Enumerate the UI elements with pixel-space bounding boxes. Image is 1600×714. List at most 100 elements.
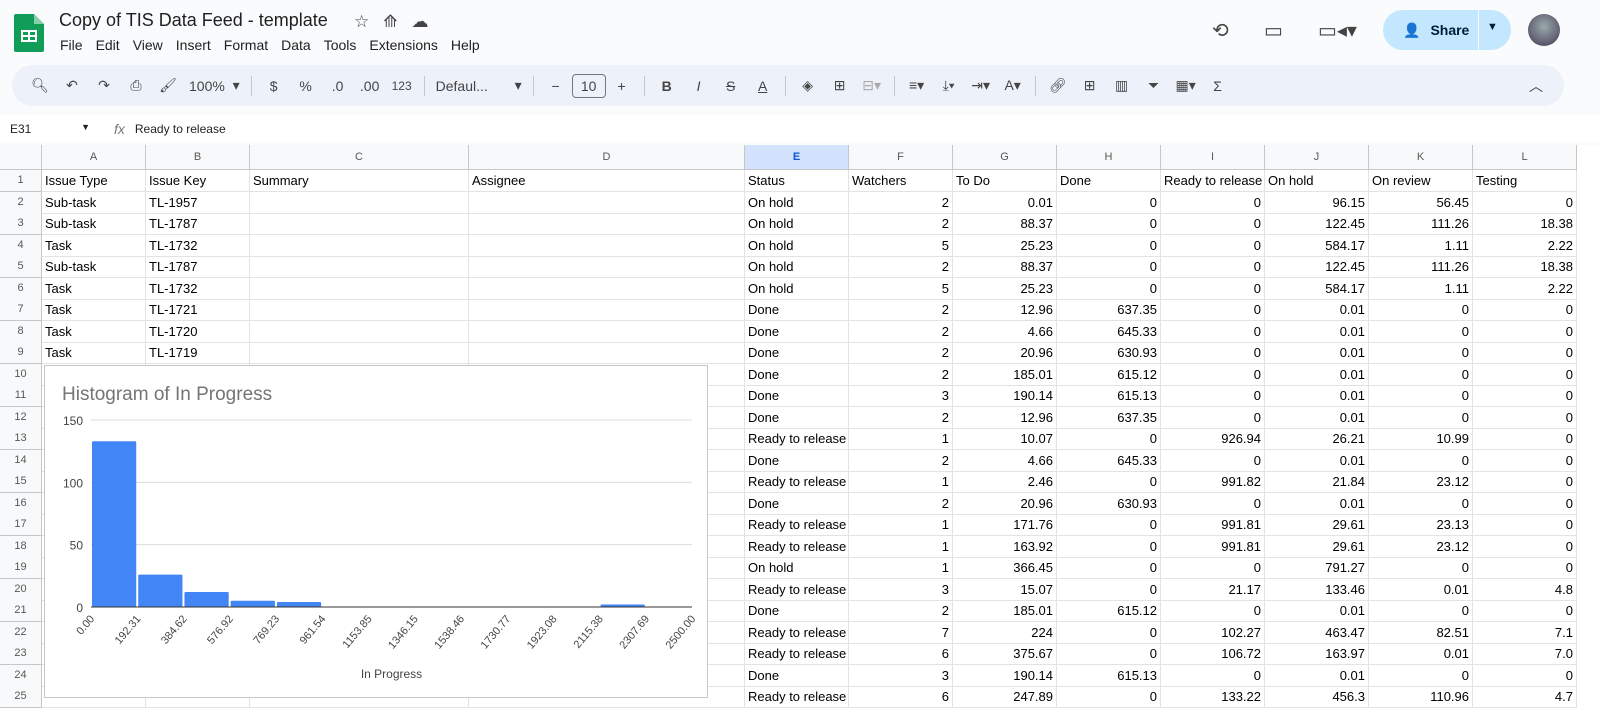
table-cell[interactable]: 3: [849, 385, 953, 407]
table-cell[interactable]: 96.15: [1265, 191, 1369, 214]
table-cell[interactable]: Done: [745, 600, 849, 622]
share-dropdown-icon[interactable]: ▼: [1487, 21, 1498, 33]
table-cell[interactable]: 2: [849, 191, 953, 214]
table-cell[interactable]: 2: [849, 449, 953, 472]
table-cell[interactable]: 0.01: [1265, 600, 1369, 622]
table-cell[interactable]: On hold: [745, 256, 849, 278]
table-cell[interactable]: On hold: [745, 234, 849, 257]
column-header-d[interactable]: D: [469, 145, 745, 170]
header-cell[interactable]: Assignee: [469, 170, 745, 192]
table-cell[interactable]: 0: [1057, 557, 1161, 579]
table-cell[interactable]: 2: [849, 299, 953, 321]
table-cell[interactable]: 0: [1161, 449, 1265, 472]
table-cell[interactable]: 106.72: [1161, 643, 1265, 665]
table-cell[interactable]: TL-1787: [146, 213, 250, 235]
table-cell[interactable]: Done: [745, 320, 849, 343]
table-cell[interactable]: 0: [1369, 385, 1473, 407]
table-cell[interactable]: Task: [42, 277, 146, 300]
horizontal-align-icon[interactable]: ≡▾: [903, 72, 931, 100]
table-cell[interactable]: [469, 213, 745, 235]
table-cell[interactable]: 0: [1161, 213, 1265, 235]
table-cell[interactable]: 185.01: [953, 363, 1057, 386]
text-color-icon[interactable]: A: [749, 72, 777, 100]
table-cell[interactable]: 0: [1473, 428, 1577, 450]
table-cell[interactable]: 0: [1161, 191, 1265, 214]
table-cell[interactable]: 4.66: [953, 449, 1057, 472]
table-cell[interactable]: 0.01: [1369, 578, 1473, 601]
column-header-b[interactable]: B: [146, 145, 250, 170]
table-cell[interactable]: 0.01: [1265, 363, 1369, 386]
text-wrapping-icon[interactable]: ⇥▾: [967, 72, 995, 100]
table-cell[interactable]: 375.67: [953, 643, 1057, 665]
menu-help[interactable]: Help: [451, 37, 480, 53]
merge-cells-icon[interactable]: ⊟▾: [858, 72, 886, 100]
table-cell[interactable]: 12.96: [953, 406, 1057, 429]
row-header[interactable]: 17: [0, 514, 42, 536]
cloud-saved-icon[interactable]: ☁: [412, 12, 429, 32]
meet-icon[interactable]: ▭◂▾: [1318, 18, 1357, 43]
table-cell[interactable]: 0: [1161, 600, 1265, 622]
menu-insert[interactable]: Insert: [176, 37, 211, 53]
table-cell[interactable]: 23.12: [1369, 471, 1473, 493]
table-cell[interactable]: Sub-task: [42, 191, 146, 214]
table-cell[interactable]: 25.23: [953, 234, 1057, 257]
table-cell[interactable]: 0: [1473, 191, 1577, 214]
table-cell[interactable]: 2: [849, 492, 953, 515]
table-cell[interactable]: 82.51: [1369, 621, 1473, 644]
table-cell[interactable]: 0: [1161, 406, 1265, 429]
table-cell[interactable]: 0: [1161, 256, 1265, 278]
table-cell[interactable]: 2: [849, 320, 953, 343]
menu-data[interactable]: Data: [281, 37, 311, 53]
table-cell[interactable]: 56.45: [1369, 191, 1473, 214]
table-cell[interactable]: 0: [1057, 428, 1161, 450]
row-header[interactable]: 22: [0, 621, 42, 644]
table-cell[interactable]: 0: [1369, 492, 1473, 515]
table-cell[interactable]: Task: [42, 342, 146, 364]
row-header[interactable]: 21: [0, 600, 42, 622]
table-cell[interactable]: TL-1719: [146, 342, 250, 364]
table-cell[interactable]: 23.13: [1369, 514, 1473, 536]
table-cell[interactable]: 1.11: [1369, 277, 1473, 300]
table-cell[interactable]: 1: [849, 428, 953, 450]
table-cell[interactable]: [469, 234, 745, 257]
table-cell[interactable]: 0: [1369, 557, 1473, 579]
table-cell[interactable]: Ready to release: [745, 471, 849, 493]
table-cell[interactable]: 0: [1473, 299, 1577, 321]
header-cell[interactable]: Watchers: [849, 170, 953, 192]
table-cell[interactable]: Ready to release: [745, 535, 849, 558]
table-cell[interactable]: 645.33: [1057, 449, 1161, 472]
bold-icon[interactable]: B: [653, 72, 681, 100]
table-cell[interactable]: 10.07: [953, 428, 1057, 450]
table-cell[interactable]: Ready to release: [745, 621, 849, 644]
table-cell[interactable]: 0: [1057, 213, 1161, 235]
table-cell[interactable]: TL-1787: [146, 256, 250, 278]
table-cell[interactable]: Done: [745, 385, 849, 407]
header-cell[interactable]: Done: [1057, 170, 1161, 192]
row-header[interactable]: 8: [0, 320, 42, 343]
table-cell[interactable]: Task: [42, 234, 146, 257]
table-cell[interactable]: [250, 234, 469, 257]
row-header[interactable]: 24: [0, 664, 42, 687]
table-cell[interactable]: 0.01: [1265, 406, 1369, 429]
row-header[interactable]: 25: [0, 686, 42, 708]
table-cell[interactable]: 15.07: [953, 578, 1057, 601]
vertical-align-icon[interactable]: ⤓▾: [935, 72, 963, 100]
table-cell[interactable]: 0: [1161, 664, 1265, 687]
table-cell[interactable]: 1: [849, 514, 953, 536]
table-cell[interactable]: 190.14: [953, 664, 1057, 687]
table-cell[interactable]: 0: [1057, 256, 1161, 278]
currency-format-button[interactable]: $: [260, 72, 288, 100]
insert-chart-icon[interactable]: ▥: [1108, 72, 1136, 100]
table-cell[interactable]: 0: [1161, 299, 1265, 321]
header-cell[interactable]: Issue Type: [42, 170, 146, 192]
table-cell[interactable]: Task: [42, 299, 146, 321]
fill-color-icon[interactable]: ◈: [794, 72, 822, 100]
table-cell[interactable]: 0: [1057, 191, 1161, 214]
table-cell[interactable]: 2.22: [1473, 277, 1577, 300]
row-header[interactable]: 16: [0, 492, 42, 515]
table-cell[interactable]: TL-1721: [146, 299, 250, 321]
filter-icon[interactable]: ⏷: [1140, 72, 1168, 100]
version-history-icon[interactable]: ⟲: [1212, 18, 1229, 43]
avatar[interactable]: [1528, 14, 1560, 46]
menu-format[interactable]: Format: [224, 37, 268, 53]
